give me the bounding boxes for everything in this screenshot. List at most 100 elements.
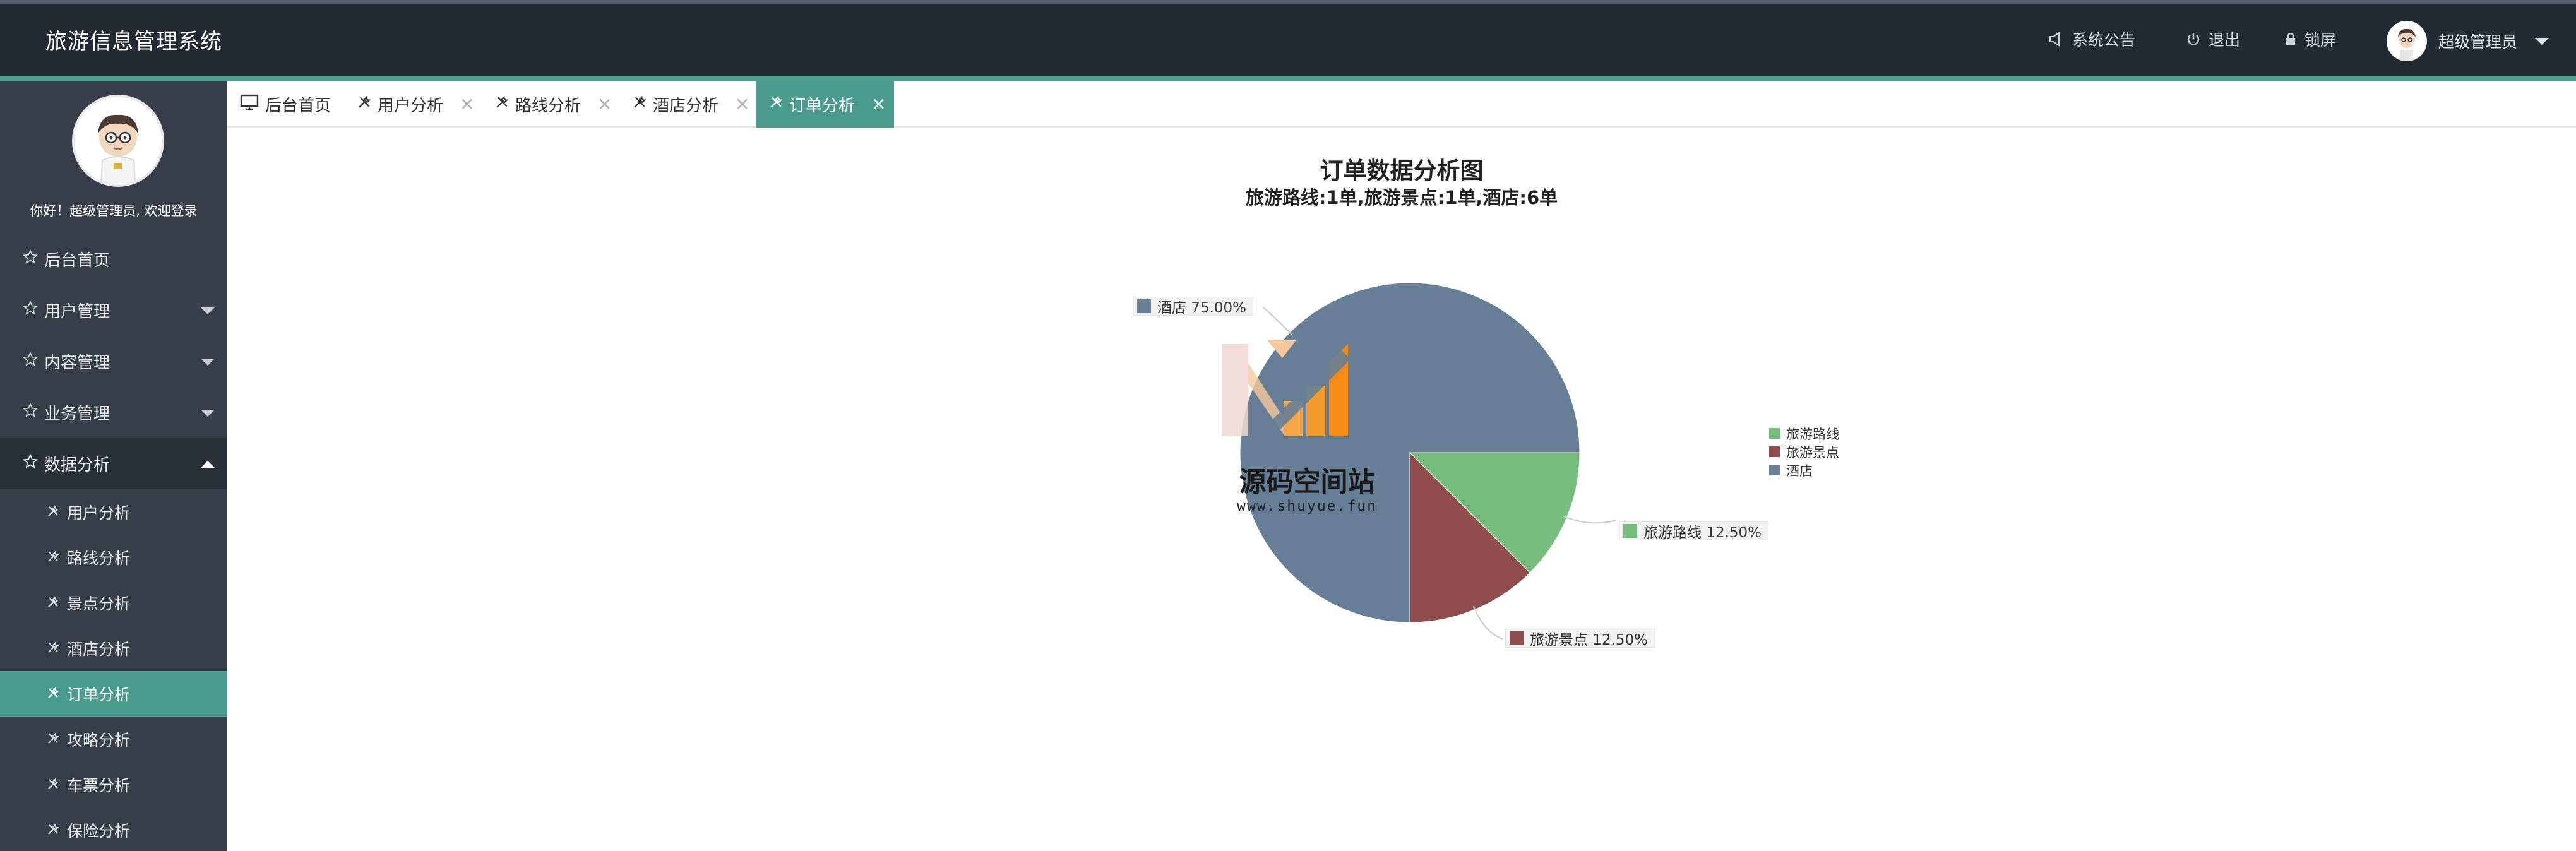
legend-label: 旅游路线 — [1786, 426, 1839, 442]
tab-label: 用户分析 — [378, 96, 444, 116]
sidebar-subitem-insurance-analysis[interactable]: 保险分析 — [0, 807, 227, 851]
chevron-up-icon — [201, 461, 215, 468]
star-icon — [23, 249, 38, 269]
tools-icon — [47, 549, 59, 567]
sidebar-item-business-management[interactable]: 业务管理 — [0, 387, 227, 438]
legend-label: 酒店 — [1786, 463, 1813, 479]
pie-slice-label: 旅游路线 12.50% — [1619, 521, 1769, 541]
tab-user-analysis[interactable]: 用户分析 ✕ — [357, 81, 480, 128]
tools-icon — [47, 821, 59, 840]
legend-label: 旅游景点 — [1786, 444, 1839, 460]
sidebar-item-user-management[interactable]: 用户管理 — [0, 285, 227, 336]
tab-hotel-analysis[interactable]: 酒店分析 ✕ — [633, 81, 756, 128]
sidebar-item-dashboard[interactable]: 后台首页 — [0, 234, 227, 285]
tools-icon — [47, 594, 59, 612]
close-icon[interactable]: ✕ — [735, 94, 749, 115]
main-content: 订单数据分析图 旅游路线:1单,旅游景点:1单,酒店:6单 旅游路线 12.50… — [227, 129, 2576, 851]
header-accent-line — [0, 76, 2576, 81]
sidebar-subitem-label: 路线分析 — [67, 549, 131, 568]
star-icon — [23, 301, 38, 320]
legend-swatch — [1769, 446, 1780, 457]
star-icon — [23, 454, 38, 473]
star-icon — [23, 352, 38, 371]
chevron-down-icon — [201, 307, 215, 314]
tools-icon — [47, 640, 59, 658]
pie-slice-label-text: 旅游景点 12.50% — [1530, 632, 1649, 648]
app-title: 旅游信息管理系统 — [45, 29, 222, 54]
close-icon[interactable]: ✕ — [871, 94, 886, 115]
sidebar-item-label: 业务管理 — [44, 405, 110, 424]
sidebar-subitem-label: 用户分析 — [67, 504, 131, 522]
sidebar-item-content-management[interactable]: 内容管理 — [0, 336, 227, 387]
pie-chart — [1239, 282, 1617, 640]
sidebar-subitem-user-analysis[interactable]: 用户分析 — [0, 489, 227, 535]
sidebar-subitem-route-analysis[interactable]: 路线分析 — [0, 535, 227, 580]
tools-icon — [633, 95, 647, 114]
legend-swatch — [1769, 465, 1780, 475]
legend-item[interactable]: 旅游景点 — [1769, 443, 1839, 461]
tab-label: 酒店分析 — [653, 96, 719, 116]
megaphone-icon — [2048, 32, 2065, 47]
logout-label: 退出 — [2209, 31, 2241, 49]
avatar — [2387, 21, 2427, 61]
tab-order-analysis[interactable]: 订单分析 ✕ — [756, 81, 894, 128]
sidebar-subitem-label: 景点分析 — [67, 595, 131, 613]
sidebar-subitem-label: 车票分析 — [67, 777, 131, 795]
star-icon — [23, 403, 38, 422]
power-icon — [2186, 32, 2201, 47]
pie-leader-line — [1472, 605, 1503, 640]
chevron-down-icon — [201, 410, 215, 417]
sidebar-subitem-scenic-analysis[interactable]: 景点分析 — [0, 580, 227, 626]
tab-label: 后台首页 — [265, 96, 331, 116]
tools-icon — [47, 503, 59, 521]
user-menu[interactable]: 超级管理员 — [2387, 20, 2549, 62]
sidebar-subitem-label: 酒店分析 — [67, 640, 131, 658]
tools-icon — [357, 95, 371, 114]
pie-slice-label-text: 酒店 75.00% — [1157, 300, 1247, 316]
sidebar-item-label: 数据分析 — [44, 456, 110, 475]
tab-dashboard[interactable]: 后台首页 — [240, 81, 337, 128]
tab-bar: 后台首页 用户分析 ✕ 路线分析 ✕ 酒店分析 ✕ 订单分析 ✕ — [227, 81, 2576, 128]
sidebar-item-label: 后台首页 — [44, 251, 110, 270]
tools-icon — [47, 730, 59, 749]
pie-leader-line — [1262, 306, 1293, 336]
tools-icon — [769, 95, 783, 114]
close-icon[interactable]: ✕ — [460, 94, 474, 115]
top-header: 旅游信息管理系统 系统公告 退出 锁屏 超级管理员 — [0, 0, 2576, 76]
sidebar-menu: 后台首页 用户管理 内容管理 业务管理 数据分析 用户分析 路线分析 景点分析 … — [0, 234, 227, 851]
chevron-down-icon — [201, 359, 215, 366]
close-icon[interactable]: ✕ — [597, 94, 612, 115]
pie-slice-label: 旅游景点 12.50% — [1505, 629, 1655, 648]
sidebar-subitem-hotel-analysis[interactable]: 酒店分析 — [0, 626, 227, 671]
lock-icon — [2284, 32, 2297, 47]
notice-button[interactable]: 系统公告 — [2048, 29, 2135, 49]
notice-label: 系统公告 — [2072, 31, 2136, 49]
lock-label: 锁屏 — [2305, 31, 2337, 49]
legend-item[interactable]: 酒店 — [1769, 461, 1839, 479]
header-edge — [0, 0, 2576, 4]
sidebar-subitem-label: 保险分析 — [67, 822, 131, 840]
sidebar-item-data-analysis[interactable]: 数据分析 — [0, 438, 227, 489]
tab-label: 路线分析 — [515, 96, 581, 116]
lock-button[interactable]: 锁屏 — [2284, 29, 2336, 49]
sidebar-subitem-order-analysis[interactable]: 订单分析 — [0, 671, 227, 717]
pie-slice-label-swatch — [1623, 524, 1637, 538]
tools-icon — [495, 95, 509, 114]
sidebar-subitem-label: 订单分析 — [67, 686, 131, 704]
tab-label: 订单分析 — [789, 96, 856, 116]
pie-slice-label: 酒店 75.00% — [1133, 297, 1254, 316]
user-name: 超级管理员 — [2438, 33, 2518, 51]
legend-item[interactable]: 旅游路线 — [1769, 424, 1839, 443]
sidebar-avatar — [72, 95, 164, 187]
sidebar-subitem-guide-analysis[interactable]: 攻略分析 — [0, 717, 227, 762]
sidebar-subitem-ticket-analysis[interactable]: 车票分析 — [0, 762, 227, 807]
sidebar: 你好！超级管理员, 欢迎登录 后台首页 用户管理 内容管理 业务管理 数据分析 … — [0, 81, 227, 851]
chevron-down-icon — [2535, 37, 2549, 45]
tools-icon — [47, 685, 59, 703]
chart-legend: 旅游路线旅游景点酒店 — [1769, 424, 1839, 479]
pie-slice-label-swatch — [1137, 299, 1151, 313]
monitor-icon — [240, 94, 259, 115]
tab-route-analysis[interactable]: 路线分析 ✕ — [495, 81, 618, 128]
pie-slice-label-text: 旅游路线 12.50% — [1643, 525, 1762, 541]
logout-button[interactable]: 退出 — [2186, 29, 2240, 49]
